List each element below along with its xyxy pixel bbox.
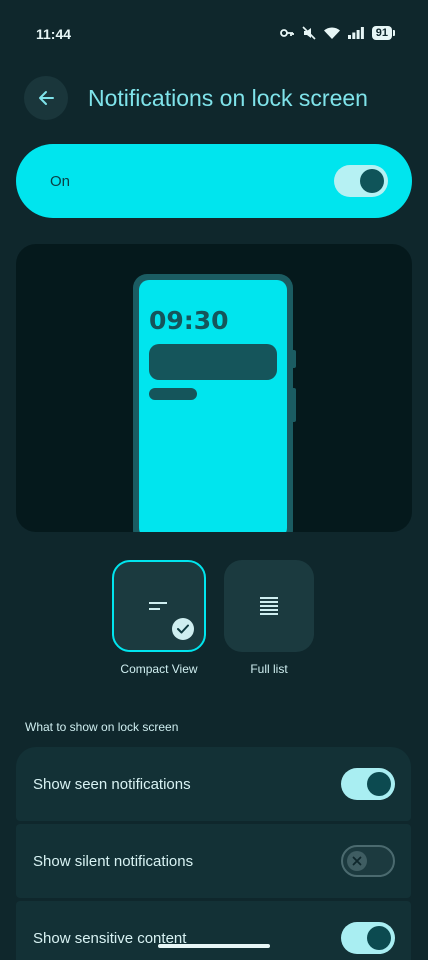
signal-icon [347, 27, 364, 39]
preview-time: 09:30 [149, 306, 229, 335]
full-list-icon [260, 597, 278, 615]
style-option-full-list[interactable]: Full list [224, 560, 314, 676]
lock-screen-preview: 09:30 [16, 244, 412, 532]
page-title: Notifications on lock screen [88, 84, 368, 111]
setting-show-seen[interactable]: Show seen notifications [16, 747, 411, 821]
style-option-label: Full list [250, 662, 288, 676]
show-seen-switch[interactable] [341, 768, 395, 800]
status-bar: 11:44 91 [0, 0, 428, 68]
master-toggle-label: On [50, 172, 71, 190]
status-icons: 91 [279, 26, 396, 40]
phone-screen: 09:30 [139, 280, 287, 532]
style-option-compact[interactable]: Compact View [112, 560, 206, 676]
master-toggle-switch[interactable] [334, 165, 388, 197]
check-icon [172, 618, 194, 640]
wifi-icon [323, 27, 340, 39]
close-icon [347, 851, 367, 871]
back-button[interactable] [24, 76, 68, 120]
app-header: Notifications on lock screen [24, 76, 368, 120]
mute-icon [302, 26, 316, 40]
setting-show-silent[interactable]: Show silent notifications [16, 824, 411, 898]
master-toggle-row[interactable]: On [16, 144, 412, 218]
switch-thumb [367, 926, 391, 950]
show-silent-switch[interactable] [341, 845, 395, 877]
battery-icon: 91 [371, 26, 396, 40]
switch-thumb [360, 169, 384, 193]
preview-notification-line [149, 388, 197, 400]
style-option-label: Compact View [120, 662, 198, 676]
status-time: 11:44 [36, 26, 72, 42]
setting-label: Show silent notifications [33, 852, 194, 870]
section-header: What to show on lock screen [25, 720, 179, 734]
phone-side-button [292, 388, 296, 422]
style-tile[interactable] [112, 560, 206, 652]
preview-notification [149, 344, 277, 380]
key-icon [279, 29, 294, 37]
notification-style-options: Compact View Full list [112, 560, 314, 676]
phone-side-button [292, 350, 296, 368]
switch-thumb [367, 772, 391, 796]
phone-illustration: 09:30 [133, 274, 296, 532]
setting-label: Show seen notifications [33, 775, 191, 793]
compact-view-icon [149, 602, 167, 610]
setting-show-sensitive[interactable]: Show sensitive content [16, 901, 411, 960]
style-tile[interactable] [224, 560, 314, 652]
gesture-nav-bar[interactable] [158, 944, 270, 948]
arrow-back-icon [39, 91, 54, 105]
settings-list: Show seen notifications Show silent noti… [16, 747, 411, 960]
show-sensitive-switch[interactable] [341, 922, 395, 954]
